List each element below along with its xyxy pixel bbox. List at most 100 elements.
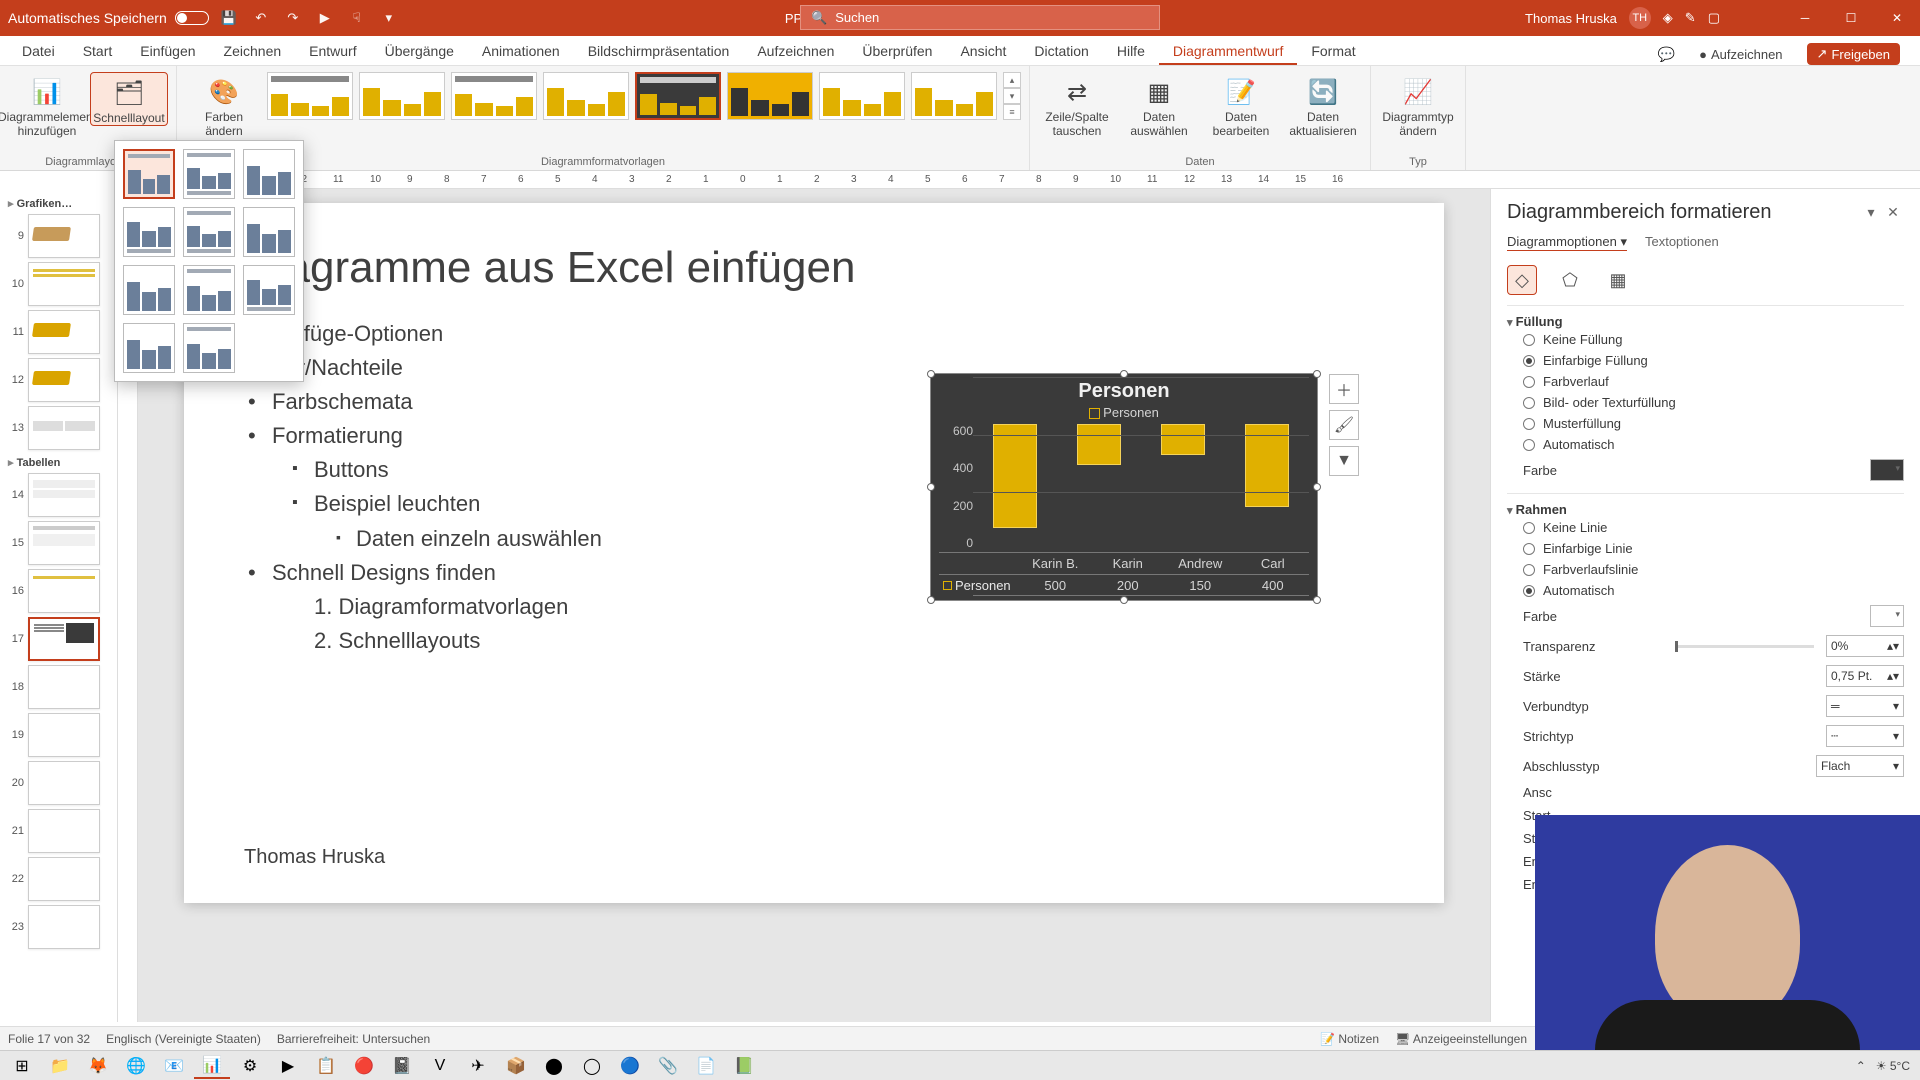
close-button[interactable]: ✕ xyxy=(1874,0,1920,36)
styles-scroll-up[interactable]: ▴ xyxy=(1003,72,1021,88)
comments-icon[interactable]: 💬 xyxy=(1658,46,1675,63)
fill-solid[interactable]: Einfarbige Füllung xyxy=(1507,350,1904,371)
app-icon-5[interactable]: ◯ xyxy=(574,1053,610,1079)
slide-thumb-17-current[interactable] xyxy=(28,617,100,661)
quick-layout-button[interactable]: 🗂Schnelllayout xyxy=(90,72,168,126)
fill-color-picker[interactable] xyxy=(1870,459,1904,481)
tab-zeichnen[interactable]: Zeichnen xyxy=(210,37,296,65)
tab-hilfe[interactable]: Hilfe xyxy=(1103,37,1159,65)
tab-format[interactable]: Format xyxy=(1297,37,1369,65)
obs-icon[interactable]: ⬤ xyxy=(536,1053,572,1079)
refresh-data-button[interactable]: 🔄Daten aktualisieren xyxy=(1284,72,1362,138)
transparency-input[interactable]: 0%▴▾ xyxy=(1826,635,1904,657)
app-icon-6[interactable]: 🔵 xyxy=(612,1053,648,1079)
tab-uebergaenge[interactable]: Übergänge xyxy=(371,37,468,65)
select-data-button[interactable]: ▦Daten auswählen xyxy=(1120,72,1198,138)
app-icon-7[interactable]: 📎 xyxy=(650,1053,686,1079)
tab-aufzeichnen[interactable]: Aufzeichnen xyxy=(743,37,848,65)
slide-thumb-18[interactable] xyxy=(28,665,100,709)
pane-tab-chart-options[interactable]: Diagrammoptionen ▾ xyxy=(1507,234,1627,251)
chart-filters-button[interactable]: ▼ xyxy=(1329,446,1359,476)
styles-scroll-down[interactable]: ▾ xyxy=(1003,88,1021,104)
cap-dropdown[interactable]: Flach▾ xyxy=(1816,755,1904,777)
chart-style-1[interactable] xyxy=(267,72,353,120)
fill-none[interactable]: Keine Füllung xyxy=(1507,329,1904,350)
display-settings-button[interactable]: 🖥 Anzeigeeinstellungen xyxy=(1395,1032,1527,1046)
tab-start[interactable]: Start xyxy=(69,37,127,65)
layout-option-8[interactable] xyxy=(183,265,235,315)
notes-button[interactable]: 📝 Notizen xyxy=(1320,1032,1379,1046)
fill-picture[interactable]: Bild- oder Texturfüllung xyxy=(1507,392,1904,413)
present-icon[interactable]: ▶ xyxy=(313,6,337,30)
chart-elements-button[interactable]: ＋ xyxy=(1329,374,1359,404)
layout-option-11[interactable] xyxy=(183,323,235,373)
tab-datei[interactable]: Datei xyxy=(8,37,69,65)
touch-icon[interactable]: ☟ xyxy=(345,6,369,30)
maximize-button[interactable]: ☐ xyxy=(1828,0,1874,36)
tab-bildschirm[interactable]: Bildschirmpräsentation xyxy=(574,37,744,65)
slide-thumb-23[interactable] xyxy=(28,905,100,949)
tab-ansicht[interactable]: Ansicht xyxy=(946,37,1020,65)
change-colors-button[interactable]: 🎨Farben ändern xyxy=(185,72,263,138)
visio-icon[interactable]: V xyxy=(422,1053,458,1079)
app-icon-3[interactable]: 🔴 xyxy=(346,1053,382,1079)
fill-auto[interactable]: Automatisch xyxy=(1507,434,1904,455)
fill-line-icon[interactable]: ◇ xyxy=(1507,265,1537,295)
undo-icon[interactable]: ↶ xyxy=(249,6,273,30)
border-gradient[interactable]: Farbverlaufslinie xyxy=(1507,559,1904,580)
chart-style-4[interactable] xyxy=(543,72,629,120)
slide-thumb-15[interactable] xyxy=(28,521,100,565)
tab-dictation[interactable]: Dictation xyxy=(1020,37,1102,65)
slide-thumb-22[interactable] xyxy=(28,857,100,901)
excel-icon[interactable]: 📗 xyxy=(726,1053,762,1079)
add-chart-element-button[interactable]: 📊Diagrammelement hinzufügen xyxy=(8,72,86,138)
app-icon[interactable]: ⚙ xyxy=(232,1053,268,1079)
slide-thumb-9[interactable] xyxy=(28,214,100,258)
window-icon[interactable]: ▢ xyxy=(1708,10,1720,26)
slide-thumb-21[interactable] xyxy=(28,809,100,853)
diamond-icon[interactable]: ◈ xyxy=(1663,10,1673,26)
telegram-icon[interactable]: ✈ xyxy=(460,1053,496,1079)
search-box[interactable]: 🔍 Suchen xyxy=(800,5,1160,30)
chart-style-7[interactable] xyxy=(819,72,905,120)
slide-counter[interactable]: Folie 17 von 32 xyxy=(8,1032,90,1046)
slide-thumb-14[interactable] xyxy=(28,473,100,517)
chart-object[interactable]: Personen Personen 6004002000 xyxy=(931,374,1317,600)
autosave-toggle[interactable] xyxy=(175,11,209,25)
pane-options-button[interactable]: ▾ xyxy=(1860,204,1882,221)
app-icon-2[interactable]: 📋 xyxy=(308,1053,344,1079)
layout-option-10[interactable] xyxy=(123,323,175,373)
fill-pattern[interactable]: Musterfüllung xyxy=(1507,413,1904,434)
thumb-group-tabellen[interactable]: Tabellen xyxy=(2,452,115,471)
slide-canvas[interactable]: Diagramme aus Excel einfügen Einfüge-Opt… xyxy=(184,203,1444,903)
chrome-icon[interactable]: 🌐 xyxy=(118,1053,154,1079)
slide-thumb-13[interactable] xyxy=(28,406,100,450)
accessibility-check[interactable]: Barrierefreiheit: Untersuchen xyxy=(277,1032,430,1046)
redo-icon[interactable]: ↷ xyxy=(281,6,305,30)
slide-thumb-12[interactable] xyxy=(28,358,100,402)
slide-thumb-10[interactable] xyxy=(28,262,100,306)
slide-thumb-20[interactable] xyxy=(28,761,100,805)
slide-thumb-19[interactable] xyxy=(28,713,100,757)
app-icon-8[interactable]: 📄 xyxy=(688,1053,724,1079)
language-indicator[interactable]: Englisch (Vereinigte Staaten) xyxy=(106,1032,261,1046)
chart-style-6[interactable] xyxy=(727,72,813,120)
slide-editor[interactable]: Diagramme aus Excel einfügen Einfüge-Opt… xyxy=(118,189,1490,1022)
layout-option-9[interactable] xyxy=(243,265,295,315)
app-icon-4[interactable]: 📦 xyxy=(498,1053,534,1079)
border-none[interactable]: Keine Linie xyxy=(1507,517,1904,538)
edit-data-button[interactable]: 📝Daten bearbeiten xyxy=(1202,72,1280,138)
pane-tab-text-options[interactable]: Textoptionen xyxy=(1645,234,1719,251)
pen-icon[interactable]: ✎ xyxy=(1685,10,1696,26)
size-props-icon[interactable]: ▦ xyxy=(1603,265,1633,295)
fill-gradient[interactable]: Farbverlauf xyxy=(1507,371,1904,392)
save-icon[interactable]: 💾 xyxy=(217,6,241,30)
change-chart-type-button[interactable]: 📈Diagrammtyp ändern xyxy=(1379,72,1457,138)
layout-option-7[interactable] xyxy=(123,265,175,315)
tab-ueberpruefen[interactable]: Überprüfen xyxy=(848,37,946,65)
pane-close-button[interactable]: ✕ xyxy=(1882,204,1904,221)
styles-more[interactable]: ≡ xyxy=(1003,104,1021,120)
tab-einfuegen[interactable]: Einfügen xyxy=(126,37,209,65)
layout-option-4[interactable] xyxy=(123,207,175,257)
layout-option-6[interactable] xyxy=(243,207,295,257)
